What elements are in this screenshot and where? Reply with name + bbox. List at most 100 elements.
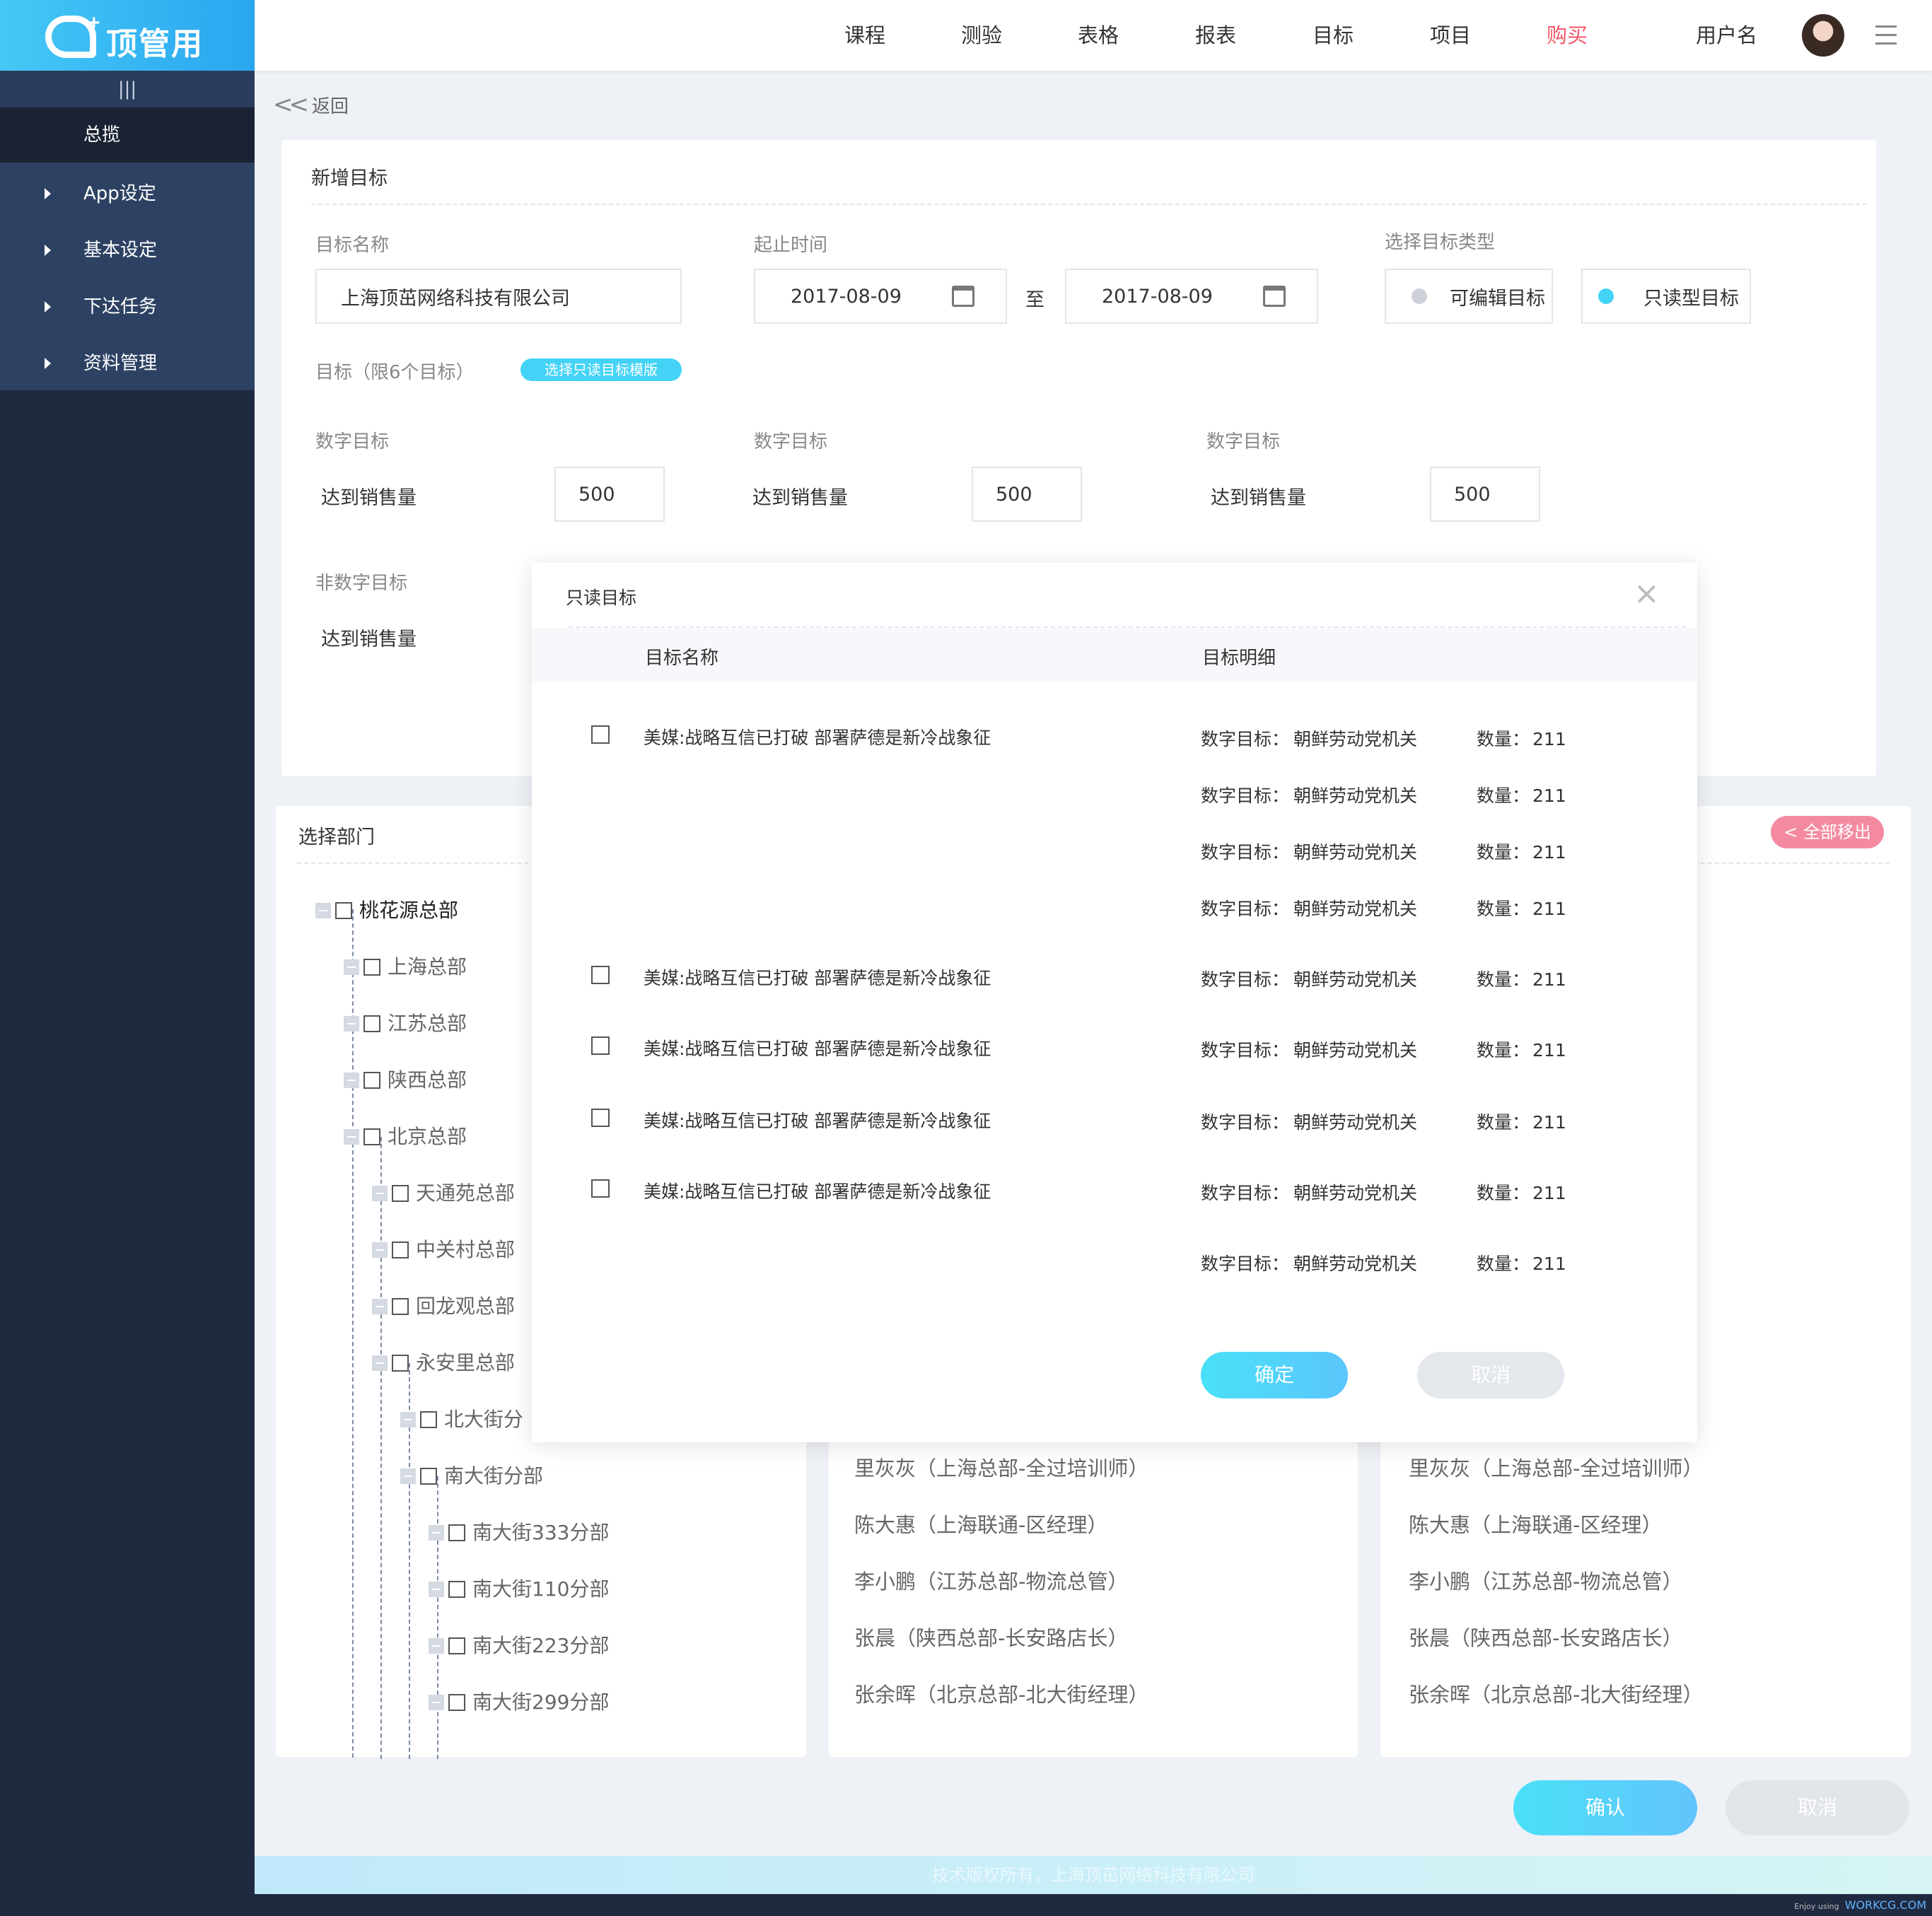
tree-node[interactable]: 江苏总部: [344, 1011, 467, 1036]
collapse-icon[interactable]: [429, 1638, 444, 1654]
employee-item[interactable]: 陈大惠（上海联通-区经理）: [854, 1509, 1107, 1538]
tree-node[interactable]: 天通苑总部: [372, 1181, 515, 1206]
avatar[interactable]: [1802, 14, 1844, 57]
collapse-icon[interactable]: [344, 1073, 359, 1088]
nav-projects[interactable]: 项目: [1430, 0, 1471, 71]
tree-node[interactable]: 陕西总部: [344, 1068, 467, 1093]
selected-employee-item[interactable]: 张晨（陕西总部-长安路店长）: [1409, 1622, 1682, 1652]
tree-node[interactable]: 南大街299分部: [429, 1690, 609, 1715]
tree-node[interactable]: 北京总部: [344, 1124, 467, 1150]
checkbox[interactable]: [420, 1468, 437, 1485]
calendar-icon[interactable]: [952, 286, 974, 307]
back-link[interactable]: << 返回: [273, 90, 349, 119]
nav-forms[interactable]: 表格: [1078, 0, 1119, 71]
close-icon[interactable]: ×: [1634, 576, 1660, 612]
checkbox[interactable]: [448, 1581, 465, 1598]
logo[interactable]: + 顶管用: [0, 0, 255, 71]
collapse-icon[interactable]: [344, 1016, 359, 1032]
nav-reports[interactable]: 报表: [1195, 0, 1236, 71]
goal-name-input[interactable]: 上海顶茁网络科技有限公司: [315, 269, 682, 324]
sidebar-item-overview[interactable]: 总揽: [0, 107, 255, 163]
employee-item[interactable]: 李小鹏（江苏总部-物流总管）: [854, 1565, 1128, 1595]
tree-node-root[interactable]: 桃花源总部: [315, 898, 458, 923]
checkbox[interactable]: [363, 1015, 380, 1032]
checkbox[interactable]: [363, 959, 380, 976]
numeric-goal-value-input[interactable]: 500: [1430, 467, 1540, 522]
numeric-goal-value-input[interactable]: 500: [554, 467, 665, 522]
tree-node[interactable]: 南大街110分部: [429, 1577, 609, 1602]
double-chevron-left-icon: <<: [273, 90, 309, 119]
sidebar-item-app-settings[interactable]: App设定: [0, 165, 255, 222]
tree-node[interactable]: 北大街分: [400, 1407, 523, 1432]
readonly-goal-modal: 只读目标 × 目标名称 目标明细 美媒:战略互信已打破 部署萨德是新冷战象征 美…: [532, 563, 1697, 1442]
row-checkbox[interactable]: [591, 966, 610, 984]
checkbox[interactable]: [448, 1694, 465, 1711]
numeric-goal-item: 达到销售量: [752, 487, 848, 509]
nav-course[interactable]: 课程: [844, 0, 885, 71]
row-checkbox[interactable]: [591, 1036, 610, 1055]
checkbox[interactable]: [392, 1355, 409, 1372]
goal-name: 美媒:战略互信已打破 部署萨德是新冷战象征: [644, 968, 991, 988]
expand-icon[interactable]: [315, 903, 331, 918]
checkbox[interactable]: [363, 1072, 380, 1089]
selected-employee-item[interactable]: 李小鹏（江苏总部-物流总管）: [1409, 1565, 1682, 1595]
calendar-icon[interactable]: [1263, 286, 1286, 307]
checkbox[interactable]: [363, 1128, 380, 1145]
selected-employee-item[interactable]: 里灰灰（上海总部-全过培训师）: [1409, 1452, 1703, 1482]
checkbox[interactable]: [392, 1242, 409, 1258]
selected-employee-item[interactable]: 张余晖（北京总部-北大街经理）: [1409, 1678, 1703, 1708]
select-template-button[interactable]: 选择只读目标模版: [520, 358, 682, 381]
tree-node[interactable]: 永安里总部: [372, 1350, 515, 1376]
sidebar-collapse-toggle[interactable]: |||: [0, 71, 255, 107]
collapse-icon[interactable]: [372, 1242, 388, 1258]
employee-item[interactable]: 张余晖（北京总部-北大街经理）: [854, 1678, 1148, 1708]
nav-goals[interactable]: 目标: [1313, 0, 1354, 71]
collapse-icon[interactable]: [344, 1129, 359, 1145]
confirm-button[interactable]: 确认: [1513, 1780, 1697, 1835]
nav-quiz[interactable]: 测验: [961, 0, 1002, 71]
checkbox[interactable]: [392, 1185, 409, 1202]
row-checkbox[interactable]: [591, 1109, 610, 1127]
sidebar-item-assign-tasks[interactable]: 下达任务: [0, 279, 255, 335]
collapse-icon[interactable]: [372, 1355, 388, 1371]
tree-node[interactable]: 中关村总部: [372, 1237, 515, 1263]
selected-employee-item[interactable]: 陈大惠（上海联通-区经理）: [1409, 1509, 1662, 1538]
detail-line: 数字目标： 朝鲜劳动党机关: [1201, 785, 1418, 806]
type-editable-option[interactable]: 可编辑目标: [1385, 269, 1553, 324]
collapse-icon[interactable]: [429, 1695, 444, 1710]
employee-item[interactable]: 里灰灰（上海总部-全过培训师）: [854, 1452, 1148, 1482]
tree-node[interactable]: 回龙观总部: [372, 1294, 515, 1319]
modal-confirm-button[interactable]: 确定: [1201, 1352, 1348, 1398]
username[interactable]: 用户名: [1696, 0, 1757, 71]
card-title: 新增目标: [311, 168, 388, 189]
row-checkbox[interactable]: [591, 1179, 610, 1198]
employee-item[interactable]: 张晨（陕西总部-长安路店长）: [854, 1622, 1128, 1652]
tree-node[interactable]: 南大街223分部: [429, 1633, 609, 1659]
collapse-icon[interactable]: [372, 1186, 388, 1201]
detail-qty: 数量： 211: [1477, 785, 1566, 806]
remove-all-button[interactable]: < 全部移出: [1771, 816, 1884, 848]
numeric-goal-item: 达到销售量: [1211, 487, 1306, 509]
collapse-icon[interactable]: [400, 1468, 416, 1484]
sidebar-item-basic-settings[interactable]: 基本设定: [0, 222, 255, 279]
checkbox[interactable]: [420, 1411, 437, 1428]
nav-purchase[interactable]: 购买: [1547, 0, 1588, 71]
menu-icon[interactable]: [1875, 25, 1897, 45]
row-checkbox[interactable]: [591, 725, 610, 744]
tree-node[interactable]: 上海总部: [344, 954, 467, 980]
checkbox[interactable]: [335, 902, 352, 919]
collapse-icon[interactable]: [429, 1525, 444, 1541]
tree-node[interactable]: 南大街分部: [400, 1464, 543, 1489]
cancel-button[interactable]: 取消: [1726, 1780, 1909, 1835]
collapse-icon[interactable]: [344, 959, 359, 975]
checkbox[interactable]: [392, 1298, 409, 1315]
checkbox[interactable]: [448, 1524, 465, 1541]
tree-node[interactable]: 南大街333分部: [429, 1520, 609, 1546]
checkbox[interactable]: [448, 1637, 465, 1654]
numeric-goal-value-input[interactable]: 500: [972, 467, 1082, 522]
modal-cancel-button[interactable]: 取消: [1417, 1352, 1564, 1398]
sidebar-item-data-management[interactable]: 资料管理: [0, 335, 255, 392]
collapse-icon[interactable]: [429, 1582, 444, 1597]
collapse-icon[interactable]: [400, 1412, 416, 1427]
collapse-icon[interactable]: [372, 1299, 388, 1314]
